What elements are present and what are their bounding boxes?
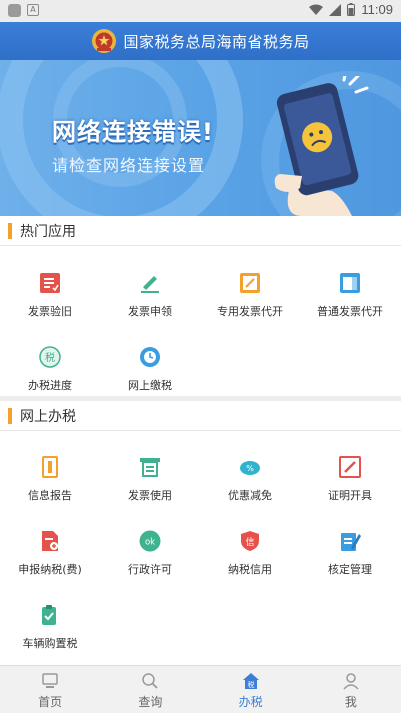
app-label: 发票使用 (128, 489, 172, 502)
nav-label: 查询 (138, 695, 163, 709)
home-icon (42, 673, 58, 688)
invoice-use-icon (140, 458, 160, 477)
error-title: 网络连接错误! (52, 118, 214, 146)
svg-text:信: 信 (245, 536, 254, 548)
tax-emblem-icon (92, 29, 117, 53)
app-header: 国家税务总局海南省税务局 (0, 22, 401, 60)
nav-profile[interactable]: 我 (301, 666, 401, 713)
app-declare-tax[interactable]: 申报纳税(费) (0, 530, 100, 600)
section-accent-bar (8, 222, 12, 239)
svg-text:ok: ok (145, 538, 155, 548)
bottom-nav: 首页 查询 税 办税 我 (0, 665, 401, 713)
network-error-banner: 网络连接错误! 请检查网络连接设置 (0, 60, 401, 216)
special-invoice-icon (240, 273, 260, 293)
app-info-report[interactable]: 信息报告 (0, 456, 100, 526)
nav-tax[interactable]: 税 办税 (201, 666, 301, 713)
online-payment-icon (140, 347, 160, 367)
svg-text:税: 税 (45, 351, 55, 364)
notification-icon (8, 4, 21, 17)
app-label: 专用发票代开 (217, 305, 283, 318)
wifi-icon (309, 4, 324, 15)
app-special-invoice[interactable]: 专用发票代开 (200, 272, 300, 342)
discount-icon: % (240, 461, 260, 475)
app-certificate[interactable]: 证明开具 (300, 456, 400, 526)
app-general-invoice[interactable]: 普通发票代开 (300, 272, 400, 342)
app-invoice-apply[interactable]: 发票申领 (100, 272, 200, 342)
certificate-icon (339, 456, 361, 478)
app-label: 普通发票代开 (317, 305, 383, 318)
section-title: 热门应用 (20, 223, 76, 240)
tax-credit-icon: 信 (241, 531, 259, 551)
online-tax-header: 网上办税 (0, 401, 401, 431)
nav-label: 办税 (238, 695, 263, 709)
battery-icon (347, 3, 356, 16)
app-label: 信息报告 (28, 489, 72, 502)
app-label: 发票验旧 (28, 305, 72, 318)
app-invoice-use[interactable]: 发票使用 (100, 456, 200, 526)
invoice-check-icon (40, 273, 60, 293)
app-vehicle-tax[interactable]: 车辆购置税 (0, 604, 100, 674)
app-label: 办税进度 (28, 379, 72, 392)
app-label: 发票申领 (128, 305, 172, 318)
svg-text:%: % (246, 464, 254, 473)
section-accent-bar (8, 407, 12, 424)
profile-icon (343, 673, 359, 690)
signal-icon (329, 3, 342, 16)
hot-apps-header: 热门应用 (0, 216, 401, 246)
app-invoice-check[interactable]: 发票验旧 (0, 272, 100, 342)
clock: 11:09 (361, 2, 393, 17)
nav-label: 首页 (38, 695, 63, 709)
verify-manage-icon (341, 533, 361, 551)
error-subtitle: 请检查网络连接设置 (52, 156, 206, 175)
declare-tax-icon (42, 531, 58, 551)
nav-search[interactable]: 查询 (100, 666, 200, 713)
app-notification-icon: A (27, 4, 39, 16)
nav-home[interactable]: 首页 (0, 666, 100, 713)
app-admin-permit[interactable]: ok 行政许可 (100, 530, 200, 600)
info-report-icon (42, 456, 58, 478)
vehicle-tax-icon (42, 605, 56, 625)
app-label: 纳税信用 (228, 563, 272, 576)
app-tax-credit[interactable]: 信 纳税信用 (200, 530, 300, 600)
search-icon (142, 673, 159, 689)
status-bar: A 11:09 (0, 0, 401, 22)
app-label: 证明开具 (328, 489, 372, 502)
sad-phone-icon (274, 76, 369, 216)
section-title: 网上办税 (20, 408, 76, 425)
general-invoice-icon (340, 273, 360, 293)
nav-label: 我 (344, 695, 357, 709)
app-discount[interactable]: % 优惠减免 (200, 456, 300, 526)
app-label: 网上缴税 (128, 379, 172, 392)
app-label: 行政许可 (128, 563, 172, 576)
app-label: 车辆购置税 (22, 637, 78, 650)
tax-icon: 税 (242, 673, 259, 689)
svg-text:税: 税 (247, 680, 254, 689)
app-verify-manage[interactable]: 核定管理 (300, 530, 400, 600)
header-title: 国家税务总局海南省税务局 (123, 32, 310, 51)
admin-permit-icon: ok (139, 530, 161, 552)
invoice-apply-icon (141, 276, 159, 293)
app-label: 优惠减免 (228, 489, 272, 502)
app-label: 申报纳税(费) (18, 563, 82, 576)
app-label: 核定管理 (328, 563, 372, 576)
tax-progress-icon: 税 (39, 346, 61, 368)
